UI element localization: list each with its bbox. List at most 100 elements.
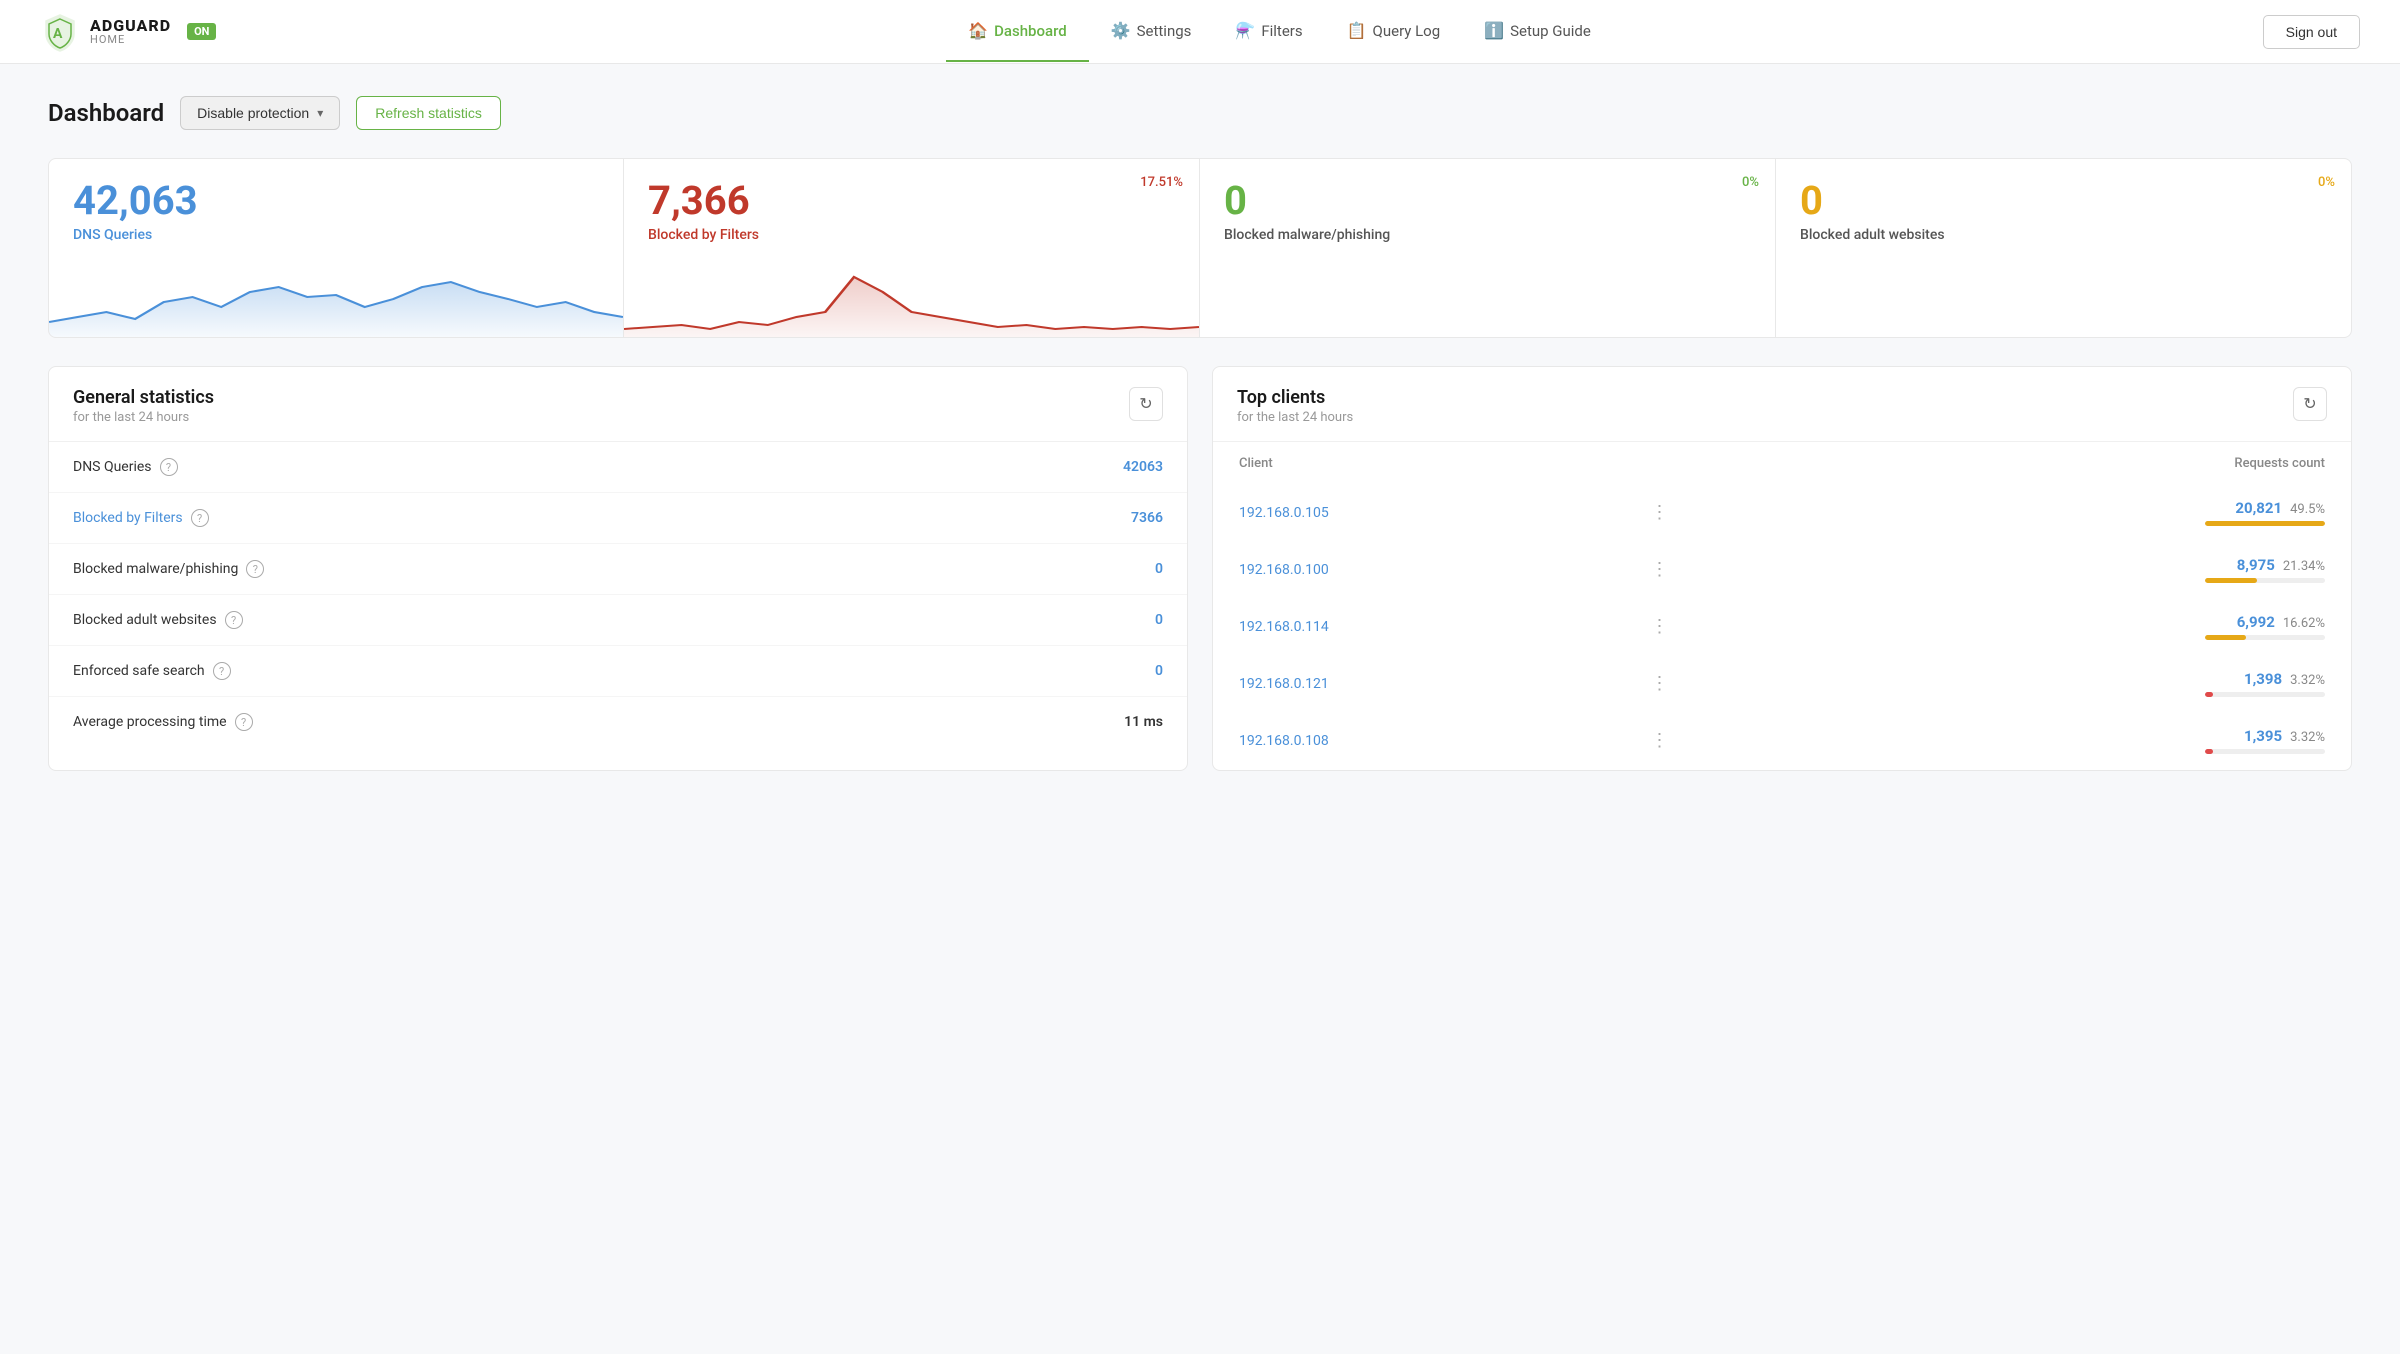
stat-row-blocked-malware: Blocked malware/phishing ? 0: [49, 544, 1187, 595]
nav-querylog-label: Query Log: [1373, 22, 1441, 40]
top-clients-title: Top clients: [1237, 387, 1353, 408]
nav-dashboard-label: Dashboard: [994, 22, 1067, 40]
main-content: Dashboard Disable protection ▾ Refresh s…: [0, 64, 2400, 803]
client-menu-button[interactable]: ⋮: [1645, 500, 1677, 525]
general-stats-refresh-button[interactable]: ↻: [1129, 387, 1163, 421]
page-header: Dashboard Disable protection ▾ Refresh s…: [48, 96, 2352, 130]
client-row: 192.168.0.100 ⋮ 8,975 21.34%: [1215, 542, 2349, 597]
sign-out-button[interactable]: Sign out: [2263, 15, 2360, 49]
client-ip-link[interactable]: 192.168.0.100: [1239, 562, 1329, 578]
client-menu-button[interactable]: ⋮: [1645, 557, 1677, 582]
client-count-percent: 21.34%: [2283, 559, 2325, 574]
client-bar-background: [2205, 521, 2325, 526]
safe-search-help-icon[interactable]: ?: [213, 662, 231, 680]
nav-querylog[interactable]: 📋 Query Log: [1325, 1, 1463, 62]
client-count-percent: 16.62%: [2283, 616, 2325, 631]
dns-queries-row-label: DNS Queries: [73, 459, 152, 475]
blocked-adult-label: Blocked adult websites: [1800, 227, 2327, 243]
client-count-percent: 49.5%: [2290, 502, 2325, 517]
client-bar-fill: [2205, 521, 2325, 526]
client-menu-cell: ⋮: [1621, 599, 1855, 654]
blocked-filters-help-icon[interactable]: ?: [191, 509, 209, 527]
dns-queries-label: DNS Queries: [73, 227, 599, 243]
stat-card-blocked-adult: 0% 0 Blocked adult websites: [1776, 158, 2352, 338]
client-ip-cell: 192.168.0.121: [1215, 656, 1619, 711]
avg-processing-row-value: 11 ms: [1124, 714, 1163, 730]
home-icon: 🏠: [968, 21, 988, 40]
blocked-filters-percent: 17.51%: [1140, 175, 1183, 190]
disable-protection-button[interactable]: Disable protection ▾: [180, 96, 340, 130]
client-count-number: 20,821: [2235, 499, 2282, 517]
stat-card-dns-queries: 42,063 DNS Queries: [48, 158, 624, 338]
svg-text:A: A: [53, 26, 63, 42]
logo: A ADGUARD HOME ON: [40, 12, 216, 52]
dns-queries-chart: [49, 257, 623, 337]
dns-queries-help-icon[interactable]: ?: [160, 458, 178, 476]
top-clients-table: Client Requests count 192.168.0.105 ⋮ 20…: [1213, 442, 2351, 770]
nav-dashboard[interactable]: 🏠 Dashboard: [946, 1, 1089, 62]
col-requests: Requests count: [1857, 444, 2349, 483]
blocked-adult-value: 0: [1800, 181, 2327, 221]
client-ip-link[interactable]: 192.168.0.121: [1239, 676, 1329, 692]
blocked-filters-label: Blocked by Filters: [648, 227, 1175, 243]
client-ip-cell: 192.168.0.105: [1215, 485, 1619, 540]
blocked-malware-value: 0: [1224, 181, 1751, 221]
avg-processing-help-icon[interactable]: ?: [235, 713, 253, 731]
client-count-cell: 8,975 21.34%: [1857, 542, 2349, 597]
blocked-malware-help-icon[interactable]: ?: [246, 560, 264, 578]
safe-search-row-label: Enforced safe search: [73, 663, 205, 679]
client-count-number: 8,975: [2237, 556, 2275, 574]
client-bar-fill: [2205, 749, 2213, 754]
main-nav: 🏠 Dashboard ⚙️ Settings ⚗️ Filters 📋 Que…: [296, 1, 2262, 62]
nav-setupguide[interactable]: ℹ️ Setup Guide: [1462, 1, 1613, 62]
client-bar-background: [2205, 578, 2325, 583]
client-count-number: 1,395: [2244, 727, 2282, 745]
blocked-filters-row-link[interactable]: Blocked by Filters: [73, 510, 183, 526]
adguard-logo-icon: A: [40, 12, 80, 52]
client-row: 192.168.0.114 ⋮ 6,992 16.62%: [1215, 599, 2349, 654]
refresh-statistics-button[interactable]: Refresh statistics: [356, 96, 501, 130]
client-bar-fill: [2205, 692, 2213, 697]
querylog-icon: 📋: [1347, 21, 1367, 40]
col-menu-spacer: [1621, 444, 1855, 483]
client-ip-link[interactable]: 192.168.0.105: [1239, 505, 1329, 521]
top-clients-panel: Top clients for the last 24 hours ↻ Clie…: [1212, 366, 2352, 771]
nav-settings[interactable]: ⚙️ Settings: [1089, 1, 1214, 62]
dns-queries-row-value: 42063: [1123, 459, 1163, 475]
blocked-adult-help-icon[interactable]: ?: [225, 611, 243, 629]
dns-queries-value: 42,063: [73, 181, 599, 221]
stat-row-safe-search: Enforced safe search ? 0: [49, 646, 1187, 697]
blocked-malware-row-label: Blocked malware/phishing: [73, 561, 238, 577]
stat-card-blocked-malware: 0% 0 Blocked malware/phishing: [1200, 158, 1776, 338]
blocked-malware-row-value: 0: [1155, 561, 1163, 577]
client-ip-link[interactable]: 192.168.0.114: [1239, 619, 1329, 635]
stat-row-dns-queries: DNS Queries ? 42063: [49, 442, 1187, 493]
client-ip-link[interactable]: 192.168.0.108: [1239, 733, 1329, 749]
general-stats-header: General statistics for the last 24 hours…: [49, 367, 1187, 442]
client-count-number: 1,398: [2244, 670, 2282, 688]
client-menu-button[interactable]: ⋮: [1645, 671, 1677, 696]
client-count-cell: 1,395 3.32%: [1857, 713, 2349, 768]
page-title: Dashboard: [48, 99, 164, 127]
client-bar-background: [2205, 749, 2325, 754]
disable-protection-label: Disable protection: [197, 105, 309, 121]
nav-filters[interactable]: ⚗️ Filters: [1213, 1, 1324, 62]
client-bar-background: [2205, 692, 2325, 697]
blocked-adult-row-value: 0: [1155, 612, 1163, 628]
stat-cards: 42,063 DNS Queries 17.51% 7,366 Blocked …: [48, 158, 2352, 338]
nav-filters-label: Filters: [1261, 22, 1302, 40]
logo-sub: HOME: [90, 34, 171, 46]
settings-icon: ⚙️: [1111, 21, 1131, 40]
client-menu-button[interactable]: ⋮: [1645, 614, 1677, 639]
client-menu-cell: ⋮: [1621, 656, 1855, 711]
client-menu-button[interactable]: ⋮: [1645, 728, 1677, 753]
client-bar-background: [2205, 635, 2325, 640]
top-clients-refresh-button[interactable]: ↻: [2293, 387, 2327, 421]
logo-name: ADGUARD: [90, 17, 171, 35]
top-clients-subtitle: for the last 24 hours: [1237, 410, 1353, 425]
client-count-percent: 3.32%: [2290, 730, 2325, 745]
filter-icon: ⚗️: [1235, 21, 1255, 40]
blocked-malware-label: Blocked malware/phishing: [1224, 227, 1751, 243]
client-row: 192.168.0.121 ⋮ 1,398 3.32%: [1215, 656, 2349, 711]
client-count-cell: 20,821 49.5%: [1857, 485, 2349, 540]
